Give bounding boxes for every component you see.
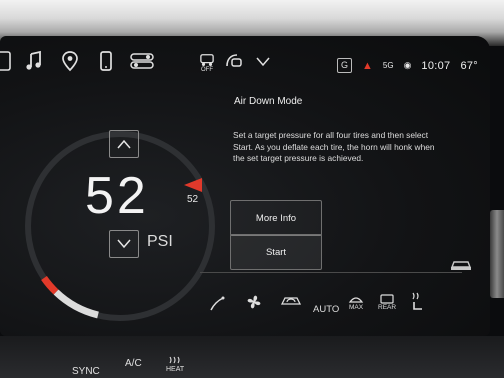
auto-climate-button[interactable]: AUTO (313, 304, 339, 315)
rear-defrost-label: REAR (378, 304, 397, 311)
fan-icon[interactable] (244, 292, 264, 312)
increase-pressure-button[interactable] (109, 130, 139, 158)
max-defrost-button[interactable]: MAX (348, 294, 364, 311)
mode-description: Set a target pressure for all four tires… (233, 130, 435, 163)
off-road-label: OFF (201, 67, 213, 73)
outside-temperature: 67° (460, 59, 478, 72)
status-area: G ▲ 5G ◉ 10:07 67° (336, 58, 478, 73)
content-divider (200, 272, 462, 273)
heat-label: HEAT (166, 366, 185, 373)
page-title: Air Down Mode (234, 96, 303, 107)
top-app-bar: OFF G ▲ 5G ◉ 10:07 67° (0, 36, 490, 86)
climate-bar: AUTO MAX REAR (0, 288, 490, 336)
seat-heat-icon[interactable] (409, 290, 425, 312)
volume-knob[interactable] (490, 210, 504, 298)
pressure-unit: PSI (147, 233, 173, 250)
target-pressure-marker (184, 178, 202, 192)
driver-assist-icon[interactable] (222, 50, 244, 72)
decrease-pressure-button[interactable] (109, 230, 139, 258)
lower-bezel: SYNC A/C HEAT (0, 336, 504, 378)
smartphone-icon[interactable] (95, 50, 117, 72)
target-pressure-value: 52 (187, 194, 199, 205)
music-icon[interactable] (23, 50, 45, 72)
infotainment-screen: OFF G ▲ 5G ◉ 10:07 67° 52 52 PSI Air Dow (0, 36, 490, 336)
vehicle-view-icon[interactable] (450, 258, 472, 277)
recirculation-icon[interactable] (279, 292, 303, 310)
start-button[interactable]: Start (230, 234, 322, 270)
current-pressure-value: 52 (85, 167, 149, 225)
g-badge: G (336, 58, 352, 73)
clock: 10:07 (421, 59, 451, 72)
more-chevron-icon[interactable] (252, 50, 274, 72)
heated-wheel-icon[interactable] (207, 294, 227, 314)
controls-icon[interactable] (128, 50, 156, 72)
navigation-icon[interactable] (59, 50, 81, 72)
phone-icon[interactable] (0, 50, 16, 72)
rear-defrost-button[interactable]: REAR (378, 294, 396, 311)
max-defrost-label: MAX (348, 304, 364, 311)
alert-icon: ▲ (362, 59, 373, 72)
location-icon: ◉ (403, 60, 412, 70)
off-road-icon[interactable]: OFF (194, 50, 220, 76)
heat-button[interactable]: HEAT (166, 356, 184, 373)
ac-button[interactable]: A/C (125, 358, 142, 369)
sync-button[interactable]: SYNC (72, 366, 100, 377)
signal-indicator: 5G (382, 61, 394, 70)
more-info-button[interactable]: More Info (230, 200, 322, 236)
